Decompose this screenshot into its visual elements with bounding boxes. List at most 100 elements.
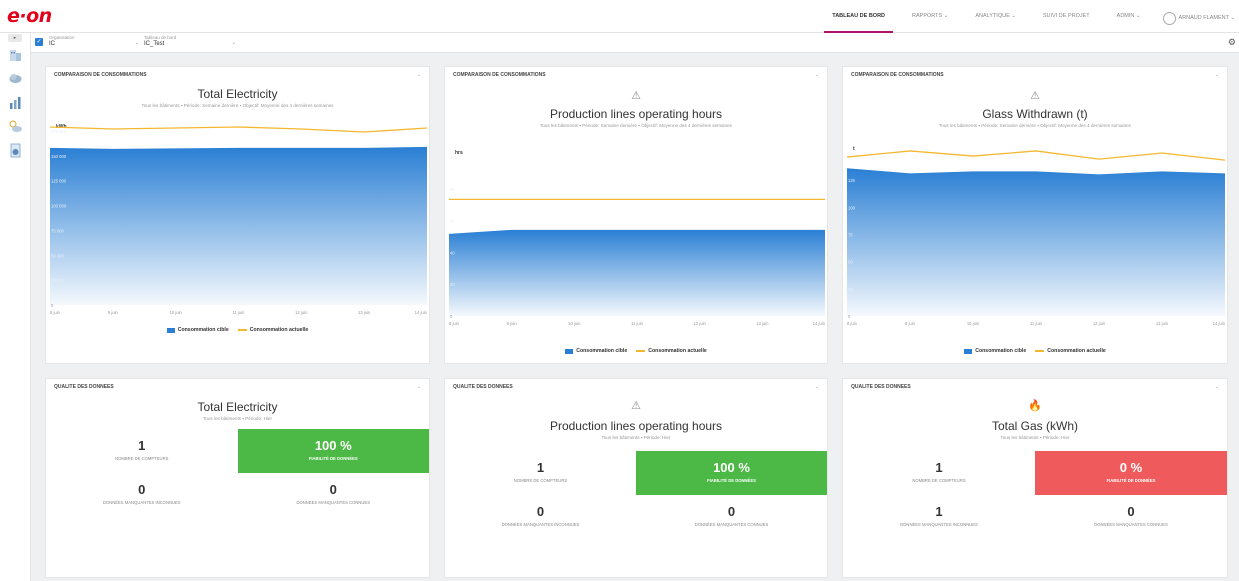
y-tick-label: 50 000 — [51, 253, 64, 258]
meters-label: NOMBRE DE COMPTEURS — [115, 456, 169, 461]
x-tick-label: 12 juin — [1093, 321, 1106, 326]
meters-value: 1 — [935, 460, 943, 475]
x-tick-label: 13 juin — [358, 310, 371, 315]
x-tick-label: 11 juin — [1030, 321, 1043, 326]
target-swatch — [964, 348, 973, 354]
panel-header: QUALITE DES DONNEES — [54, 384, 114, 390]
nav-tableau-de-bord[interactable]: TABLEAU DE BORD — [824, 9, 893, 33]
dashboard-value: IC_Test — [144, 41, 165, 47]
missing-unknown: 1 DONNÉES MANQUANTES INCONNUES — [843, 495, 1035, 539]
filter-bar: ✓ Organisation IC ⌄ Tableau de bord IC_T… — [31, 33, 1239, 53]
x-tick-label: 14 juin — [415, 310, 428, 315]
legend-target-label: Consommation cible — [576, 348, 628, 354]
y-tick-label: 100 000 — [51, 204, 67, 209]
missing-known-value: 0 — [1127, 504, 1135, 519]
buildings-icon[interactable] — [8, 47, 23, 62]
panel-menu-icon[interactable]: ⌄ — [815, 384, 819, 390]
nav-label: RAPPORTS — [912, 13, 943, 19]
nav-label: ADMIN — [1116, 13, 1135, 19]
panel-menu-icon[interactable]: ⌄ — [417, 384, 421, 390]
panel-title: Production lines operating hours — [549, 107, 723, 121]
quality-panel-2: QUALITE DES DONNEES ⌄ ⚠ Production lines… — [444, 378, 828, 578]
dashboard-label: Tableau de bord — [144, 35, 177, 40]
chart-legend: Consommation cible Consommation actuelle — [46, 327, 429, 333]
gear-icon[interactable]: ⚙ — [1228, 37, 1236, 48]
consumption-panel-1: COMPARAISON DE CONSOMMATIONS ⌄ Total Ele… — [45, 66, 430, 364]
y-tick-label: 40 — [450, 250, 455, 255]
meters-count: 1 NOMBRE DE COMPTEURS — [445, 451, 636, 495]
missing-unknown: 0 DONNÉES MANQUANTES INCONNUES — [445, 495, 636, 539]
meters-count: 1 NOMBRE DE COMPTEURS — [46, 429, 238, 473]
dashboard-select[interactable]: Tableau de bord IC_Test ⌄ — [144, 35, 236, 51]
chart-legend: Consommation cible Consommation actuelle — [445, 348, 827, 354]
factory-warning-icon: ⚠ — [631, 400, 641, 412]
x-tick-label: 12 juin — [295, 310, 308, 315]
series-actual-line — [49, 126, 428, 133]
panel-menu-icon[interactable]: ⌄ — [1215, 384, 1219, 390]
avatar-icon — [1162, 11, 1176, 25]
consumption-panel-3: COMPARAISON DE CONSOMMATIONS ⌄ ⚠ Glass W… — [842, 66, 1228, 364]
quality-panel-1: QUALITE DES DONNEES ⌄ Total Electricity … — [45, 378, 430, 578]
meters-value: 1 — [536, 460, 545, 475]
y-tick-label: 125 000 — [51, 179, 67, 184]
organisation-value: IC — [49, 41, 55, 47]
chart-legend: Consommation cible Consommation actuelle — [843, 348, 1227, 354]
actual-swatch — [237, 329, 247, 331]
panel-menu-icon[interactable]: ⌄ — [1215, 72, 1219, 78]
nav-rapports[interactable]: RAPPORTS ⌄ — [912, 9, 948, 27]
organisation-select[interactable]: Organisation IC ⌄ — [49, 35, 139, 51]
nav-suivi-de-projet[interactable]: SUIVI DE PROJET — [1043, 9, 1090, 27]
sidebar-toggle[interactable]: ▸ — [8, 34, 22, 42]
missing-known-label: DONNÉES MANQUANTES CONNUES — [1094, 522, 1168, 527]
series-target-area — [50, 146, 427, 305]
x-tick-label: 11 juin — [631, 321, 644, 326]
consumption-chart-1: kWh025 00050 00075 000100 000125 000150 … — [49, 124, 428, 315]
y-tick-label: 20 — [450, 282, 455, 287]
missing-unknown: 0 DONNÉES MANQUANTES INCONNUES — [46, 473, 238, 517]
consumption-chart-3: t02550751001251508 juin 9 juin 10 juin 11 j… — [846, 146, 1226, 326]
nav-admin[interactable]: ADMIN ⌄ — [1117, 9, 1141, 27]
factory-warning-icon: ⚠ — [631, 90, 641, 102]
target-swatch — [166, 327, 175, 333]
bar-chart-icon[interactable] — [8, 95, 23, 110]
report-icon[interactable] — [8, 143, 23, 158]
reliability-value: 100 % — [314, 438, 352, 453]
missing-unknown-label: DONNÉES MANQUANTES INCONNUES — [102, 500, 181, 505]
y-tick-label: 60 — [450, 219, 455, 224]
panel-menu-icon[interactable]: ⌄ — [815, 72, 819, 78]
top-bar: e·on TABLEAU DE BORD RAPPORTS ⌄ ANALYTIQ… — [0, 0, 1239, 33]
meters-label: NOMBRE DE COMPTEURS — [513, 478, 568, 483]
panel-menu-icon[interactable]: ⌄ — [417, 72, 421, 78]
panel-subtitle: Tous les bâtiments ▪ Période: Hier — [1000, 435, 1070, 440]
select-all-checkbox[interactable]: ✓ — [35, 38, 43, 46]
panel-title: Total Electricity — [197, 400, 278, 414]
eon-logo[interactable]: e·on — [7, 5, 52, 27]
panel-subtitle: Tous les bâtiments ▪ Période: Semaine de… — [540, 123, 732, 128]
nav-label: SUIVI DE PROJET — [1042, 13, 1090, 19]
missing-known: 0 DONNÉES MANQUANTES CONNUES — [636, 495, 827, 539]
x-tick-label: 13 juin — [1156, 321, 1169, 326]
legend-target-label: Consommation cible — [975, 348, 1027, 354]
panel-header: QUALITE DES DONNEES — [851, 384, 911, 390]
missing-unknown-label: DONNÉES MANQUANTES INCONNUES — [900, 522, 978, 527]
cloud-icon[interactable] — [8, 71, 23, 86]
meters-count: 1 NOMBRE DE COMPTEURS — [843, 451, 1035, 495]
reliability-label: FIABILITÉ DE DONNÉES — [1106, 478, 1156, 483]
x-tick-label: 9 juin — [507, 321, 518, 326]
panel-header: COMPARAISON DE CONSOMMATIONS — [851, 72, 944, 78]
y-tick-label: 25 000 — [51, 278, 64, 283]
x-tick-label: 8 juin — [449, 321, 460, 326]
weather-icon[interactable] — [8, 119, 23, 134]
legend-actual-label: Consommation actuelle — [648, 348, 707, 354]
nav-analytique[interactable]: ANALYTIQUE ⌄ — [975, 9, 1016, 27]
y-tick-label: 125 — [848, 178, 856, 183]
panel-title: Glass Withdrawn (t) — [982, 107, 1088, 121]
missing-known: 0 DONNÉES MANQUANTES CONNUES — [1035, 495, 1227, 539]
panel-header: QUALITE DES DONNEES — [453, 384, 513, 390]
panel-subtitle: Tous les bâtiments ▪ Période: Semaine de… — [141, 103, 334, 108]
meters-value: 1 — [138, 438, 146, 453]
missing-known-label: DONNÉES MANQUANTES CONNUES — [296, 500, 371, 505]
flame-icon: 🔥 — [1028, 400, 1042, 412]
user-menu[interactable]: ARNAUD FLAMENT ⌄ — [1162, 11, 1235, 25]
y-tick-label: 80 — [450, 187, 455, 192]
